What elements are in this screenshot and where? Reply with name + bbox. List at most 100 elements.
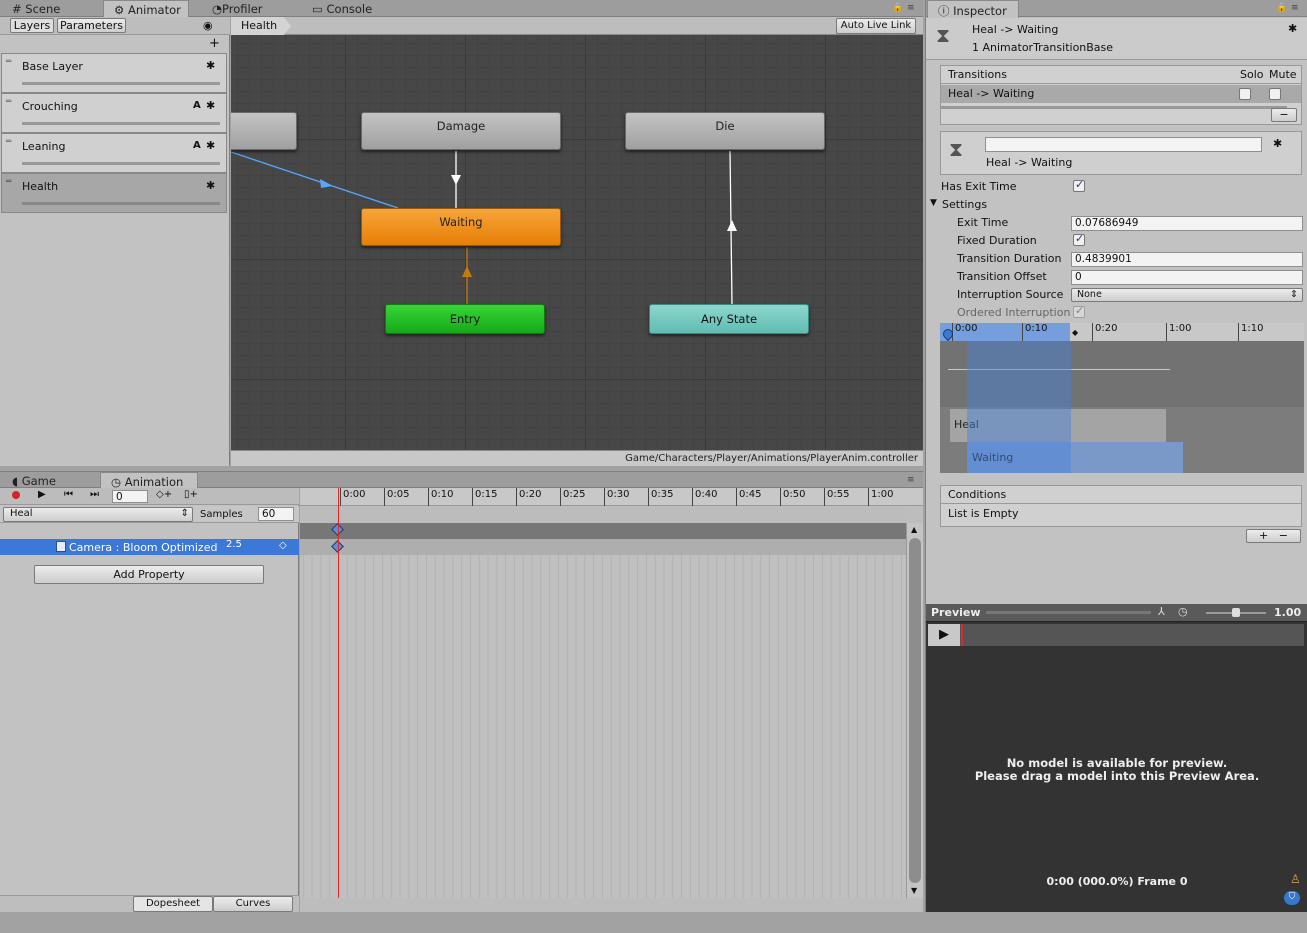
layers-toolbar: Layers Parameters ◉ bbox=[0, 17, 230, 35]
state-entry[interactable]: Entry bbox=[385, 304, 545, 334]
gear-icon[interactable]: ✱ bbox=[1288, 22, 1297, 35]
add-condition-button[interactable]: + bbox=[1259, 529, 1268, 542]
property-name: Camera : Bloom Optimized bbox=[69, 541, 218, 554]
lock-icon[interactable]: 🔒 bbox=[892, 3, 903, 13]
lock-icon[interactable]: 🔒 bbox=[1276, 3, 1287, 13]
transition-icon: ⧗ bbox=[949, 137, 964, 161]
tab-console[interactable]: ▭ Console bbox=[302, 0, 380, 17]
transition-duration-field[interactable]: 0.4839901 bbox=[1071, 252, 1303, 267]
fixed-duration-checkbox[interactable] bbox=[1073, 232, 1085, 246]
drag-handle-icon[interactable]: ═ bbox=[6, 177, 11, 187]
scrollbar-thumb[interactable] bbox=[909, 538, 921, 883]
layer-item[interactable]: ═ Leaning A ✱ bbox=[1, 133, 227, 173]
preview-play-button[interactable]: ▶ bbox=[928, 624, 960, 646]
tab-game[interactable]: ◖ Game bbox=[2, 472, 64, 489]
samples-field[interactable]: 60 bbox=[258, 507, 294, 521]
grid-icon: # bbox=[12, 2, 22, 16]
state-waiting[interactable]: Waiting bbox=[361, 208, 561, 246]
playhead[interactable] bbox=[338, 488, 339, 898]
drag-handle-icon[interactable]: ═ bbox=[6, 137, 11, 147]
frame-field[interactable]: 0 bbox=[112, 490, 148, 503]
property-row[interactable]: Camera : Bloom Optimized 2.5 ◇ bbox=[0, 539, 299, 555]
remove-transition-button[interactable]: − bbox=[1271, 108, 1297, 122]
time-tick: 0:20 bbox=[516, 488, 541, 506]
state-graph[interactable]: Health Auto Live Link Damage Die Waiting… bbox=[231, 17, 923, 466]
solo-checkbox[interactable] bbox=[1239, 88, 1251, 100]
interruption-source-dropdown[interactable]: None ⇕ bbox=[1071, 288, 1303, 302]
layer-item[interactable]: ═ Base Layer ✱ bbox=[1, 53, 227, 93]
view-tabs: Dopesheet Curves bbox=[0, 895, 299, 912]
next-key-icon[interactable]: ⏭ bbox=[90, 489, 99, 500]
gear-icon[interactable]: ✱ bbox=[206, 99, 215, 112]
transition-blend-region[interactable] bbox=[967, 341, 1071, 473]
speed-slider-thumb[interactable] bbox=[1232, 608, 1240, 617]
vertical-scrollbar[interactable]: ▲ ▼ bbox=[906, 523, 923, 898]
state-any-state[interactable]: Any State bbox=[649, 304, 809, 334]
layer-item-selected[interactable]: ═ Health ✱ bbox=[1, 173, 227, 213]
drag-handle-icon[interactable]: ═ bbox=[6, 97, 11, 107]
tab-parameters[interactable]: Parameters bbox=[57, 18, 126, 33]
tab-dopesheet[interactable]: Dopesheet bbox=[133, 896, 213, 912]
pivot-icon[interactable]: ⅄ bbox=[1158, 605, 1165, 618]
state-damage[interactable]: Damage bbox=[361, 112, 561, 150]
remove-condition-button[interactable]: − bbox=[1279, 529, 1288, 542]
preview-timeline[interactable]: ▶ bbox=[928, 624, 1304, 646]
transition-line[interactable] bbox=[231, 151, 399, 209]
clip-dropdown[interactable]: Heal ⇕ bbox=[3, 507, 193, 522]
time-tick: 0:15 bbox=[472, 488, 497, 506]
chevron-up-icon[interactable]: ▲ bbox=[911, 525, 917, 534]
prev-key-icon[interactable]: ⏮ bbox=[64, 489, 73, 500]
tab-curves[interactable]: Curves bbox=[213, 896, 293, 912]
ordered-interruption-checkbox bbox=[1073, 304, 1085, 318]
exit-time-field[interactable]: 0.07686949 bbox=[1071, 216, 1303, 231]
keyframe-diamond-icon[interactable]: ◇ bbox=[279, 540, 287, 551]
layer-item[interactable]: ═ Crouching A ✱ bbox=[1, 93, 227, 133]
transition-row[interactable]: Heal -> Waiting bbox=[941, 85, 1301, 103]
animator-icon: ⚙ bbox=[114, 3, 125, 17]
preview-playhead[interactable] bbox=[961, 624, 963, 646]
tab-animator[interactable]: ⚙ Animator bbox=[103, 0, 189, 18]
gear-icon[interactable]: ✱ bbox=[206, 179, 215, 192]
ordered-interruption-label: Ordered Interruption bbox=[957, 306, 1071, 319]
transition-offset-field[interactable]: 0 bbox=[1071, 270, 1303, 285]
play-icon[interactable]: ▶ bbox=[38, 489, 46, 500]
transition-name-field[interactable] bbox=[985, 137, 1262, 152]
clip-row: Heal ⇕ Samples 60 bbox=[0, 506, 299, 523]
state-die[interactable]: Die bbox=[625, 112, 825, 150]
preview-area[interactable]: Preview ⅄ ◷ 1.00 ▶ No model is available… bbox=[926, 604, 1307, 912]
time-ruler[interactable]: 0:00 0:05 0:10 0:15 0:20 0:25 0:30 0:35 0:40 0:45… bbox=[300, 488, 923, 506]
add-event-icon[interactable]: ▯+ bbox=[184, 489, 198, 500]
eye-icon[interactable]: ◉ bbox=[203, 19, 213, 32]
add-property-button[interactable]: Add Property bbox=[34, 565, 264, 584]
has-exit-time-checkbox[interactable] bbox=[1073, 178, 1085, 192]
property-value[interactable]: 2.5 bbox=[226, 539, 242, 550]
tab-scene[interactable]: # Scene bbox=[2, 0, 68, 17]
preview-message-line2: Please drag a model into this Preview Ar… bbox=[974, 769, 1260, 783]
transition-timeline[interactable]: 0:00 0:10 0:20 1:00 1:10 ◆ Heal Waiting bbox=[940, 323, 1304, 473]
dopesheet[interactable]: 0:00 0:05 0:10 0:15 0:20 0:25 0:30 0:35 0:40 0:45… bbox=[300, 488, 923, 912]
drag-handle-icon[interactable]: ═ bbox=[6, 57, 11, 67]
chevron-down-icon[interactable]: ▼ bbox=[911, 886, 917, 895]
settings-foldout[interactable]: Settings bbox=[942, 198, 987, 211]
avatar-icon[interactable]: ♙ bbox=[1290, 872, 1301, 886]
tab-layers[interactable]: Layers bbox=[10, 18, 54, 33]
mute-checkbox[interactable] bbox=[1269, 88, 1281, 100]
menu-icon[interactable]: ≡ bbox=[907, 475, 915, 485]
menu-icon[interactable]: ≡ bbox=[907, 3, 915, 13]
add-keyframe-icon[interactable]: ◇+ bbox=[156, 489, 172, 500]
menu-icon[interactable]: ≡ bbox=[1291, 3, 1299, 13]
gear-icon[interactable]: ✱ bbox=[1273, 137, 1282, 150]
timeline-tick: 0:20 bbox=[1092, 323, 1117, 341]
speed-icon[interactable]: ◷ bbox=[1178, 605, 1188, 618]
tag-icon[interactable]: ⛉ bbox=[1284, 891, 1300, 905]
record-button[interactable] bbox=[12, 491, 20, 499]
tab-profiler[interactable]: ◔Profiler bbox=[202, 0, 271, 17]
condition-add-remove[interactable]: + − bbox=[1246, 529, 1301, 543]
gear-icon[interactable]: ✱ bbox=[206, 59, 215, 72]
gear-icon[interactable]: ✱ bbox=[206, 139, 215, 152]
tab-inspector[interactable]: ⓘ Inspector bbox=[927, 0, 1019, 18]
state-partial[interactable] bbox=[231, 112, 297, 150]
foldout-arrow-icon[interactable]: ▼ bbox=[930, 198, 937, 208]
add-layer-button[interactable]: + bbox=[209, 36, 220, 51]
timeline-end-marker[interactable]: ◆ bbox=[1072, 328, 1078, 337]
